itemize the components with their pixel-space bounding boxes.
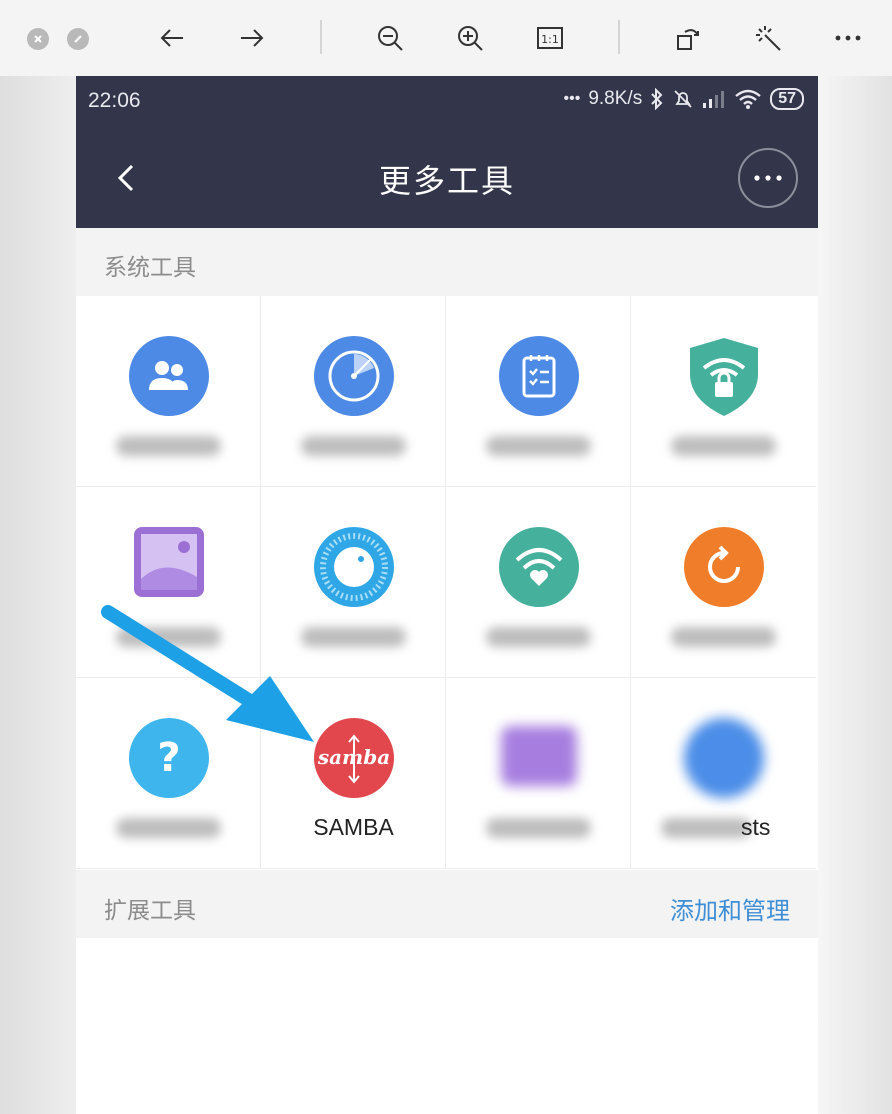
tool-wifi-heart[interactable] [446, 487, 631, 678]
timer-icon [684, 527, 764, 607]
tool-help[interactable]: ? [76, 678, 261, 869]
actual-size-icon[interactable]: 1:1 [530, 18, 570, 58]
tool-purple[interactable] [446, 678, 631, 869]
tool-label-blurred [671, 627, 776, 647]
more-dots-icon[interactable] [828, 18, 868, 58]
tool-hosts[interactable]: sts [631, 678, 816, 869]
actual-size-label: 1:1 [541, 33, 559, 46]
status-time: 22:06 [88, 89, 141, 112]
tool-users[interactable] [76, 296, 261, 487]
forward-arrow-icon[interactable] [232, 18, 272, 58]
tool-label-blurred [486, 818, 591, 838]
page-title: 更多工具 [378, 163, 515, 199]
wifi-heart-icon [499, 527, 579, 607]
tool-label-blurred [661, 818, 751, 838]
extension-tools-heading: 扩展工具 [104, 897, 196, 923]
viewer-background [0, 76, 76, 1114]
toolbar-divider [618, 20, 620, 54]
tool-gallery[interactable] [76, 487, 261, 678]
phone-screen: 22:06 ••• 9.8K/s 57 更多工具 系统工具 ? samba SA… [76, 76, 818, 1114]
tool-label-blurred [671, 436, 776, 456]
zoom-out-icon[interactable] [370, 18, 410, 58]
network-speed: 9.8K/s [588, 88, 643, 109]
samba-icon: samba [314, 718, 394, 798]
tool-dial[interactable] [261, 487, 446, 678]
system-tools-heading: 系统工具 [104, 254, 196, 280]
tool-radar[interactable] [261, 296, 446, 487]
system-tools-grid: ? samba SAMBA sts [76, 296, 818, 870]
question-glyph: ? [157, 735, 181, 781]
zoom-in-icon[interactable] [450, 18, 490, 58]
radar-icon [314, 336, 394, 416]
back-arrow-icon[interactable] [152, 18, 192, 58]
tool-label-blurred [301, 436, 406, 456]
tool-label-blurred [486, 436, 591, 456]
toolbar-divider [320, 20, 322, 54]
image-viewer-toolbar: 1:1 [0, 0, 892, 76]
bluetooth-icon [650, 88, 664, 110]
notification-dots: ••• [563, 90, 581, 107]
clipboard-icon [499, 336, 579, 416]
close-window-icon[interactable] [27, 28, 49, 50]
dial-icon [314, 527, 394, 607]
more-options-button[interactable] [738, 148, 798, 208]
viewer-background [818, 76, 892, 1114]
question-icon: ? [129, 718, 209, 798]
samba-glyph: samba [317, 745, 390, 769]
tool-timer[interactable] [631, 487, 816, 678]
signal-icon [702, 89, 726, 109]
app-header: 更多工具 [76, 126, 818, 228]
tool-label-blurred [116, 627, 221, 647]
status-bar: 22:06 ••• 9.8K/s 57 [76, 76, 818, 126]
tool-label-blurred [486, 627, 591, 647]
blurred-icon [501, 726, 577, 786]
rotate-icon[interactable] [668, 18, 708, 58]
tool-label-blurred [301, 627, 406, 647]
add-and-manage-link[interactable]: 添加和管理 [670, 891, 790, 926]
mute-bell-icon [672, 88, 694, 110]
tool-samba[interactable]: samba SAMBA [261, 678, 446, 869]
tool-label: sts [741, 814, 771, 840]
tool-label-blurred [116, 436, 221, 456]
magic-wand-icon[interactable] [748, 18, 788, 58]
tool-label: SAMBA [313, 814, 394, 840]
extension-tools-panel [76, 938, 818, 1114]
users-icon [129, 336, 209, 416]
more-dots-icon [754, 175, 782, 181]
tool-label-blurred [116, 818, 221, 838]
image-icon [134, 527, 204, 597]
battery-level: 57 [770, 88, 804, 110]
tool-clipboard[interactable] [446, 296, 631, 487]
minimize-window-icon[interactable] [67, 28, 89, 50]
wifi-shield-icon [684, 336, 764, 416]
blurred-icon [684, 718, 764, 798]
wifi-icon [734, 88, 762, 110]
tool-wifi-shield[interactable] [631, 296, 816, 487]
